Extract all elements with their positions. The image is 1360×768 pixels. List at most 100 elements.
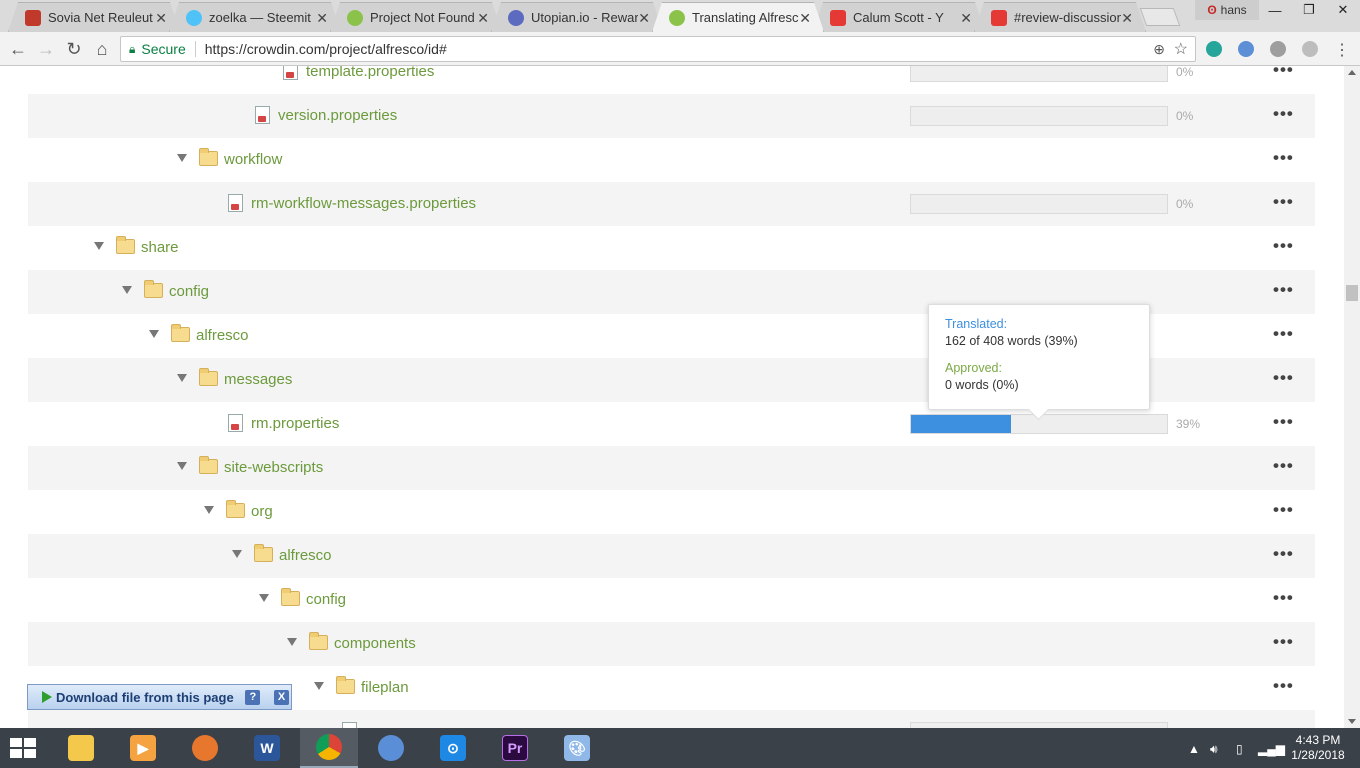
vertical-scrollbar[interactable] (1344, 66, 1360, 728)
close-icon[interactable]: ✕ (155, 10, 167, 27)
close-icon[interactable]: ✕ (316, 10, 328, 27)
tab-4[interactable]: Translating Alfresc ✕ (652, 2, 824, 32)
premiere-icon[interactable]: Pr (486, 728, 544, 768)
expand-arrow-icon[interactable] (177, 374, 187, 382)
folder-name[interactable]: share (141, 239, 179, 256)
bookmark-star-icon[interactable]: ☆ (1174, 39, 1188, 59)
paint-icon[interactable]: 🎨︎ (548, 728, 606, 768)
maximize-button[interactable]: ❐ (1292, 0, 1326, 20)
folder-name[interactable]: fileplan (361, 679, 409, 696)
scrollbar-thumb[interactable] (1346, 285, 1358, 301)
folder-name[interactable]: site-webscripts (224, 459, 323, 476)
forward-icon[interactable]: → (34, 37, 58, 61)
tree-row-file[interactable]: version.properties 0% ••• (28, 94, 1315, 138)
extension-icon[interactable] (1270, 41, 1286, 57)
file-name[interactable]: rm.properties (251, 415, 339, 432)
more-actions-icon[interactable]: ••• (1273, 324, 1294, 344)
firefox-icon[interactable] (176, 728, 234, 768)
download-helper-bar[interactable]: Download file from this page ? X (27, 684, 292, 710)
more-actions-icon[interactable]: ••• (1273, 280, 1294, 300)
expand-arrow-icon[interactable] (177, 462, 187, 470)
tree-row-folder[interactable]: config ••• (28, 578, 1315, 622)
file-name[interactable]: version.properties (278, 107, 397, 124)
more-actions-icon[interactable]: ••• (1273, 412, 1294, 432)
tree-row-folder[interactable]: share ••• (28, 226, 1315, 270)
tab-3[interactable]: Utopian.io - Rewar ✕ (491, 2, 663, 32)
expand-arrow-icon[interactable] (149, 330, 159, 338)
close-icon[interactable]: ✕ (1121, 10, 1133, 27)
expand-arrow-icon[interactable] (314, 682, 324, 690)
folder-name[interactable]: alfresco (196, 327, 249, 344)
more-actions-icon[interactable]: ••• (1273, 192, 1294, 212)
more-actions-icon[interactable]: ••• (1273, 368, 1294, 388)
home-icon[interactable]: ⌂ (90, 37, 114, 61)
more-actions-icon[interactable]: ••• (1273, 676, 1294, 696)
tab-0[interactable]: Sovia Net Reuleut ✕ (8, 2, 180, 32)
tree-row-file[interactable] (28, 710, 1315, 728)
folder-name[interactable]: config (169, 283, 209, 300)
minimize-button[interactable]: — (1258, 0, 1292, 20)
scroll-up-icon[interactable] (1348, 70, 1356, 75)
tab-1[interactable]: zoelka — Steemit ✕ (169, 2, 341, 32)
extension-icon[interactable] (1302, 41, 1318, 57)
close-icon[interactable]: ✕ (638, 10, 650, 27)
more-actions-icon[interactable]: ••• (1273, 588, 1294, 608)
zoom-icon[interactable]: ⊕ (1153, 41, 1165, 58)
tree-row-folder[interactable]: alfresco ••• (28, 534, 1315, 578)
tree-row-file[interactable]: template.properties 0% ••• (28, 66, 1315, 94)
profile-button[interactable]: ʘ hans (1195, 0, 1259, 20)
new-tab-button[interactable] (1139, 8, 1181, 26)
file-explorer-icon[interactable] (52, 728, 110, 768)
volume-icon[interactable]: 🔊︎ (1210, 742, 1218, 757)
scroll-down-icon[interactable] (1348, 719, 1356, 724)
system-clock[interactable]: 4:43 PM 1/28/2018 (1283, 733, 1353, 763)
reload-icon[interactable]: ↻ (62, 37, 86, 61)
close-window-button[interactable]: ✕ (1326, 0, 1360, 20)
extension-icon[interactable] (1206, 41, 1222, 57)
vpn-icon[interactable]: ⊙ (424, 728, 482, 768)
tree-row-folder[interactable]: components ••• (28, 622, 1315, 666)
more-actions-icon[interactable]: ••• (1273, 104, 1294, 124)
word-icon[interactable]: W (238, 728, 296, 768)
chromium-icon[interactable] (362, 728, 420, 768)
url-text[interactable]: https://crowdin.com/project/alfresco/id# (205, 41, 447, 57)
folder-name[interactable]: config (306, 591, 346, 608)
file-name[interactable]: rm-workflow-messages.properties (251, 195, 476, 212)
folder-name[interactable]: alfresco (279, 547, 332, 564)
folder-name[interactable]: messages (224, 371, 292, 388)
back-icon[interactable]: ← (6, 37, 30, 61)
expand-arrow-icon[interactable] (122, 286, 132, 294)
browser-menu-icon[interactable]: ⋮ (1334, 40, 1350, 60)
tab-6[interactable]: #review-discussion ✕ (974, 2, 1146, 32)
extension-icon[interactable] (1238, 41, 1254, 57)
more-actions-icon[interactable]: ••• (1273, 66, 1294, 80)
more-actions-icon[interactable]: ••• (1273, 456, 1294, 476)
file-name[interactable]: template.properties (306, 66, 434, 80)
expand-arrow-icon[interactable] (232, 550, 242, 558)
more-actions-icon[interactable]: ••• (1273, 236, 1294, 256)
tab-2[interactable]: Project Not Found ✕ (330, 2, 502, 32)
folder-name[interactable]: org (251, 503, 273, 520)
chrome-icon[interactable] (300, 728, 358, 768)
folder-name[interactable]: components (334, 635, 416, 652)
tree-row-folder[interactable]: org ••• (28, 490, 1315, 534)
media-player-icon[interactable]: ▶ (114, 728, 172, 768)
help-button[interactable]: ? (245, 689, 261, 705)
download-file-button[interactable]: Download file from this page (56, 690, 234, 705)
expand-arrow-icon[interactable] (94, 242, 104, 250)
close-helper-button[interactable]: X (274, 689, 289, 705)
address-bar[interactable]: 🔒︎ Secure https://crowdin.com/project/al… (120, 36, 1196, 62)
close-icon[interactable]: ✕ (960, 10, 972, 27)
expand-arrow-icon[interactable] (177, 154, 187, 162)
close-icon[interactable]: ✕ (477, 10, 489, 27)
close-icon[interactable]: ✕ (799, 10, 811, 27)
battery-icon[interactable]: ▯ (1236, 742, 1243, 756)
expand-arrow-icon[interactable] (287, 638, 297, 646)
tree-row-file[interactable]: rm-workflow-messages.properties 0% ••• (28, 182, 1315, 226)
expand-arrow-icon[interactable] (259, 594, 269, 602)
more-actions-icon[interactable]: ••• (1273, 500, 1294, 520)
more-actions-icon[interactable]: ••• (1273, 544, 1294, 564)
more-actions-icon[interactable]: ••• (1273, 148, 1294, 168)
folder-name[interactable]: workflow (224, 151, 282, 168)
expand-arrow-icon[interactable] (204, 506, 214, 514)
